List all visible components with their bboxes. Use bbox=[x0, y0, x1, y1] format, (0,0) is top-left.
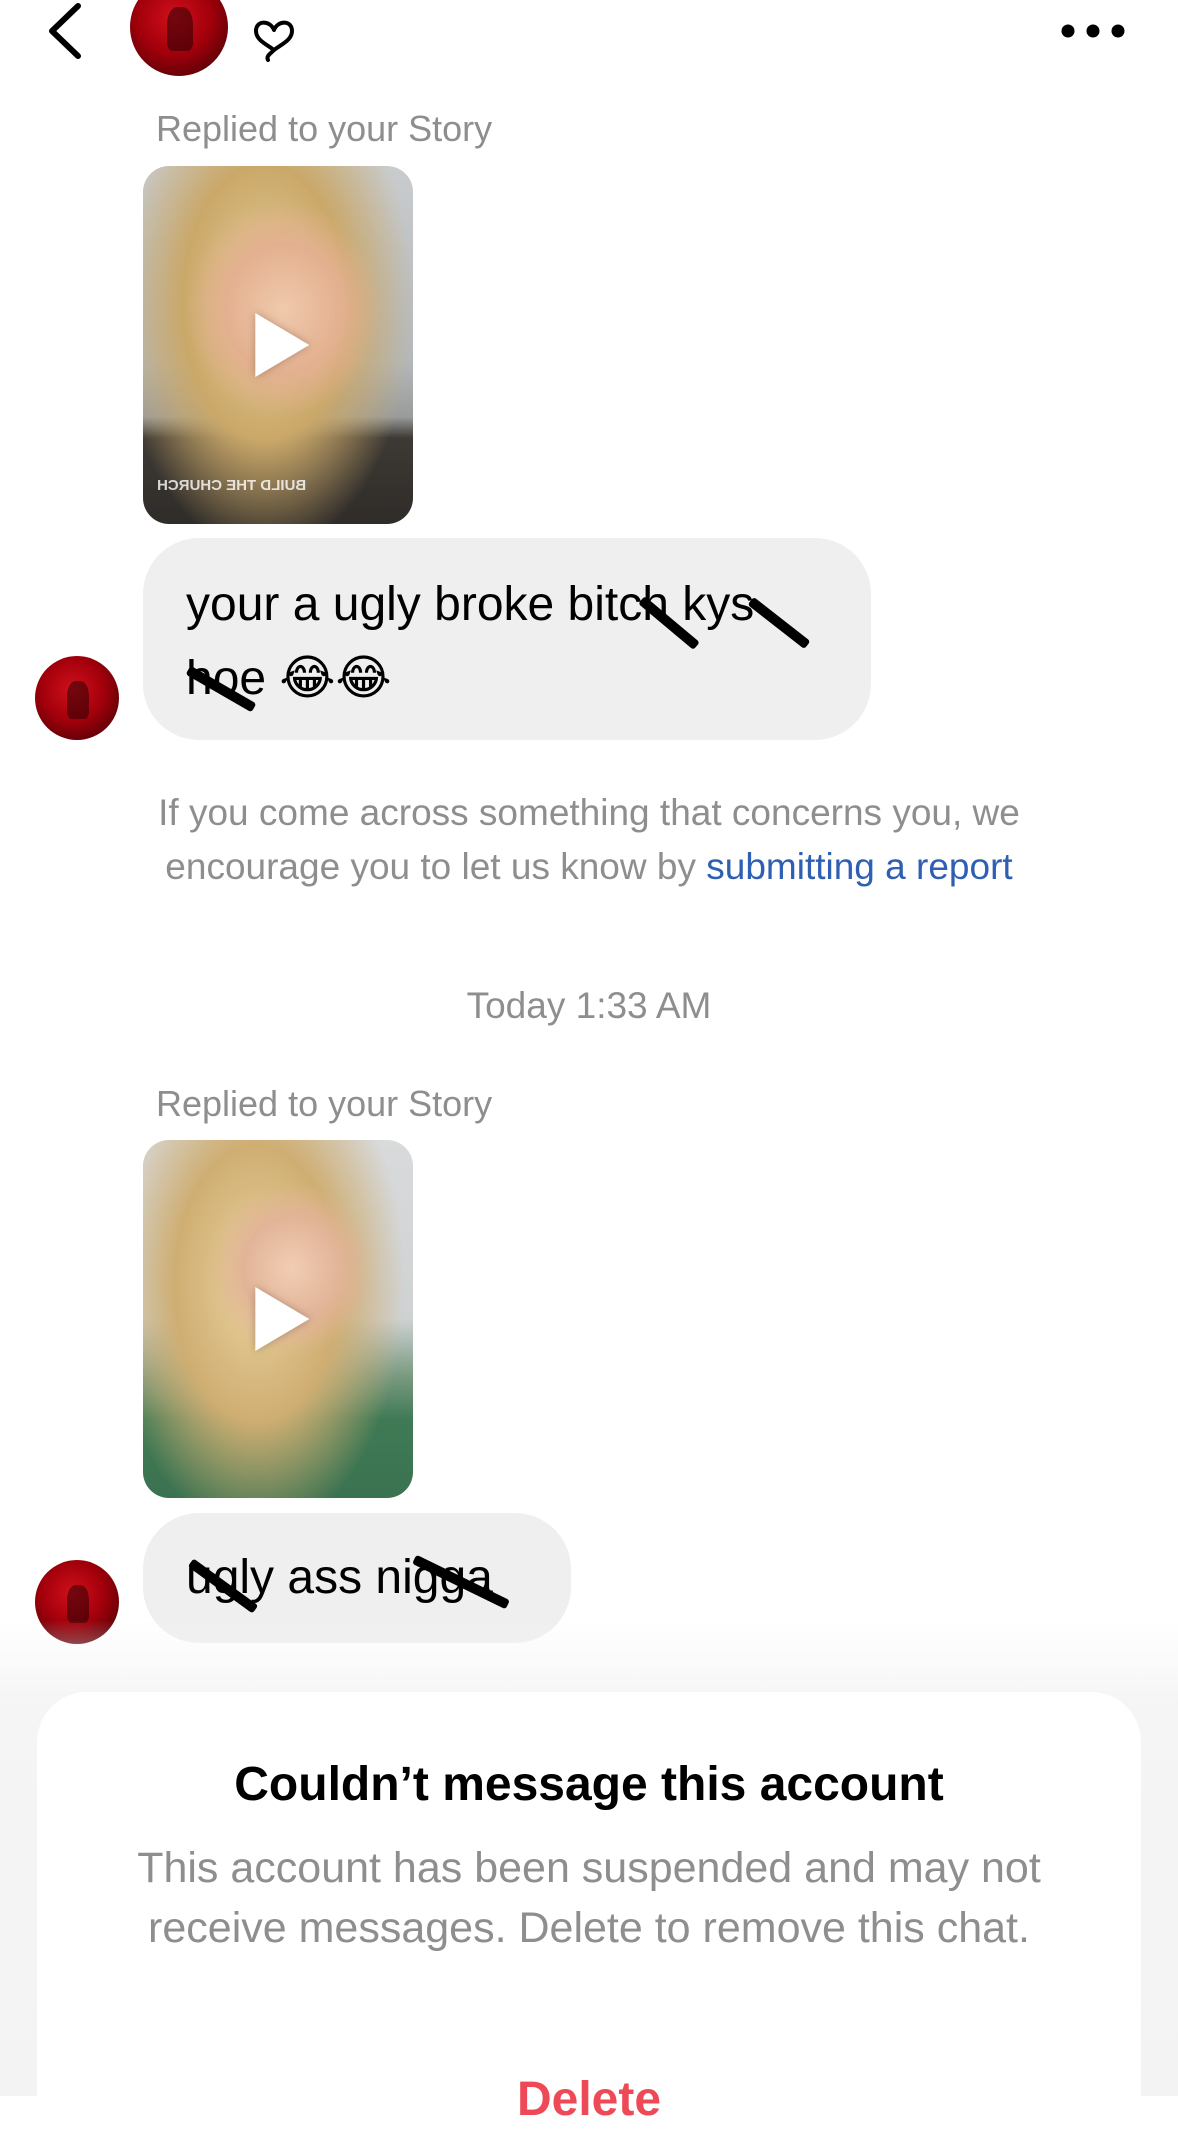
story-reply-label: Replied to your Story bbox=[156, 108, 493, 149]
story-thumbnail[interactable] bbox=[143, 1140, 413, 1498]
more-options-button[interactable] bbox=[1058, 14, 1128, 48]
back-button[interactable] bbox=[38, 0, 98, 66]
submit-report-link[interactable]: submitting a report bbox=[706, 846, 1012, 887]
message-bubble[interactable]: your a ugly broke bitch kys hoe 😂😂 bbox=[143, 538, 871, 740]
avatar[interactable] bbox=[130, 0, 228, 76]
timestamp: Today 1:33 AM bbox=[466, 985, 712, 1026]
play-icon bbox=[255, 1287, 310, 1351]
story-shirt-text: BUILD THE CHURCH bbox=[157, 477, 307, 494]
more-horizontal-icon bbox=[1061, 24, 1125, 38]
suspended-account-sheet: Couldn’t message this account This accou… bbox=[37, 1692, 1141, 2152]
play-icon bbox=[255, 313, 310, 377]
sender-avatar[interactable] bbox=[35, 656, 119, 740]
story-reply-label: Replied to your Story bbox=[156, 1083, 493, 1124]
safety-note: If you come across something that concer… bbox=[120, 786, 1058, 894]
message-text-line: your a ugly broke bitch kys bbox=[186, 578, 755, 631]
message-text: ugly ass nigga bbox=[186, 1551, 493, 1604]
message-text-line: hoe 😂😂 bbox=[186, 652, 392, 705]
delete-button[interactable]: Delete bbox=[37, 2072, 1141, 2127]
sheet-title: Couldn’t message this account bbox=[234, 1758, 944, 1811]
story-thumbnail[interactable]: BUILD THE CHURCH bbox=[143, 166, 413, 524]
heart-outline-icon[interactable] bbox=[252, 14, 296, 64]
sheet-description: This account has been suspended and may … bbox=[137, 1844, 1041, 1952]
chevron-left-icon bbox=[49, 3, 81, 59]
